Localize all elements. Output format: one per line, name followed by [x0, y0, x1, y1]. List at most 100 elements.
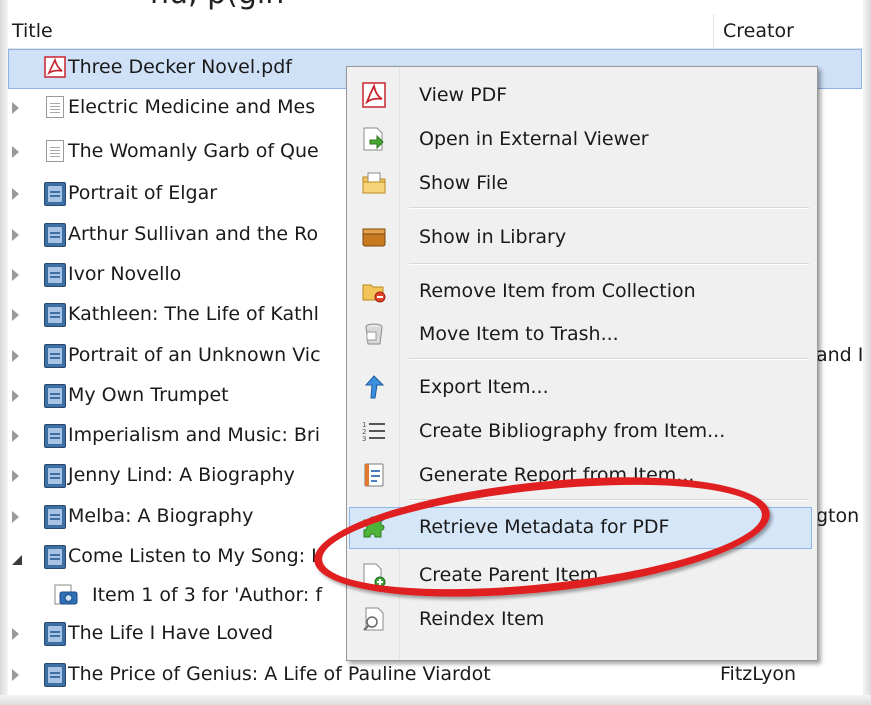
- row-title: My Own Trumpet: [68, 384, 229, 406]
- menu-item-label: Create Bibliography from Item...: [419, 420, 726, 442]
- menu-item-retrieve-metadata[interactable]: Retrieve Metadata for PDF: [349, 507, 814, 551]
- row-creator: and I: [816, 344, 864, 366]
- expand-arrow-icon[interactable]: [12, 470, 19, 482]
- window-left-edge: [0, 0, 8, 705]
- menu-item-open-external-viewer[interactable]: Open in External Viewer: [349, 117, 814, 161]
- reindex-icon: [361, 606, 387, 632]
- library-box-icon: [361, 224, 387, 250]
- row-title: Ivor Novello: [68, 263, 182, 285]
- book-icon: [44, 545, 66, 569]
- menu-separator: [409, 499, 809, 501]
- export-arrow-icon: [361, 374, 387, 400]
- book-icon: [44, 263, 66, 287]
- window-bottom-edge: [0, 695, 871, 705]
- book-icon: [44, 505, 66, 529]
- row-title: Portrait of an Unknown Vic: [68, 344, 321, 366]
- row-title: Portrait of Elgar: [68, 182, 218, 204]
- expand-arrow-icon[interactable]: [12, 102, 19, 114]
- folder-remove-icon: [361, 278, 387, 304]
- book-icon: [44, 464, 66, 488]
- row-title: Melba: A Biography: [68, 505, 254, 527]
- add-document-icon: [361, 562, 387, 588]
- column-divider[interactable]: [713, 14, 714, 48]
- book-icon: [44, 384, 66, 408]
- menu-separator: [409, 207, 809, 209]
- menu-item-view-pdf[interactable]: View PDF: [349, 73, 814, 117]
- creator-column-header[interactable]: Creator: [723, 20, 794, 42]
- trash-icon: [361, 321, 387, 347]
- menu-item-label: Show in Library: [419, 226, 567, 248]
- menu-item-label: View PDF: [419, 84, 508, 106]
- row-title: The Price of Genius: A Life of Pauline V…: [68, 663, 491, 685]
- menu-item-label: Reindex Item: [419, 608, 545, 630]
- book-icon: [44, 663, 66, 687]
- expand-arrow-icon[interactable]: [12, 430, 19, 442]
- row-title: Electric Medicine and Mes: [68, 96, 316, 118]
- list-icon: 1 2 3: [361, 418, 387, 444]
- menu-item-move-to-trash[interactable]: Move Item to Trash...: [349, 312, 814, 356]
- row-title: The Life I Have Loved: [68, 622, 274, 644]
- expand-arrow-icon[interactable]: [12, 669, 19, 681]
- context-menu: View PDF Open in External Viewer Show Fi…: [346, 66, 818, 661]
- document-icon: [44, 96, 66, 120]
- report-icon: [361, 462, 387, 488]
- book-icon: [44, 344, 66, 368]
- menu-item-label: Retrieve Metadata for PDF: [419, 516, 670, 538]
- expand-arrow-icon[interactable]: [12, 269, 19, 281]
- menu-item-label: Remove Item from Collection: [419, 280, 696, 302]
- tree-row[interactable]: The Price of Genius: A Life of Pauline V…: [8, 655, 863, 695]
- expand-arrow-icon[interactable]: [12, 511, 19, 523]
- row-title: Kathleen: The Life of Kathl: [68, 303, 319, 325]
- menu-item-label: Show File: [419, 172, 509, 194]
- snapshot-icon: [54, 584, 78, 608]
- row-title: Jenny Lind: A Biography: [68, 464, 295, 486]
- menu-separator: [409, 358, 809, 360]
- collapse-arrow-icon[interactable]: [11, 551, 23, 570]
- book-icon: [44, 303, 66, 327]
- menu-item-create-bibliography[interactable]: 1 2 3 Create Bibliography from Item...: [349, 409, 814, 453]
- menu-item-label: Move Item to Trash...: [419, 323, 619, 345]
- menu-item-generate-report[interactable]: Generate Report from Item...: [349, 453, 814, 497]
- folder-icon: [361, 170, 387, 196]
- pdf-icon: [44, 56, 66, 80]
- row-title: Come Listen to My Song: I: [68, 545, 317, 567]
- document-icon: [44, 140, 66, 164]
- column-header: Title Creator: [8, 14, 863, 49]
- book-icon: [44, 223, 66, 247]
- menu-item-export-item[interactable]: Export Item...: [349, 365, 814, 409]
- row-creator: FitzLyon: [720, 663, 796, 685]
- row-title: Imperialism and Music: Bri: [68, 424, 321, 446]
- menu-item-label: Generate Report from Item...: [419, 464, 695, 486]
- pdf-icon: [361, 82, 387, 108]
- title-column-header[interactable]: Title: [12, 20, 53, 42]
- svg-text:3: 3: [362, 435, 366, 443]
- menu-item-label: Create Parent Item: [419, 564, 599, 586]
- expand-arrow-icon[interactable]: [12, 146, 19, 158]
- expand-arrow-icon[interactable]: [12, 350, 19, 362]
- menu-item-show-in-library[interactable]: Show in Library: [349, 215, 814, 259]
- row-title: Item 1 of 3 for 'Author: f: [92, 584, 323, 606]
- puzzle-icon: [361, 514, 387, 540]
- open-external-icon: [361, 126, 387, 152]
- row-creator: gton: [816, 505, 860, 527]
- menu-separator: [409, 263, 809, 265]
- window-right-edge: [863, 0, 871, 705]
- book-icon: [44, 622, 66, 646]
- menu-item-remove-from-collection[interactable]: Remove Item from Collection: [349, 269, 814, 313]
- book-icon: [44, 182, 66, 206]
- expand-arrow-icon[interactable]: [12, 229, 19, 241]
- row-title: Three Decker Novel.pdf: [68, 56, 292, 78]
- row-title: Arthur Sullivan and the Ro: [68, 223, 319, 245]
- menu-item-label: Open in External Viewer: [419, 128, 649, 150]
- expand-arrow-icon[interactable]: [12, 309, 19, 321]
- row-title: The Womanly Garb of Que: [68, 140, 319, 162]
- expand-arrow-icon[interactable]: [12, 390, 19, 402]
- expand-arrow-icon[interactable]: [12, 628, 19, 640]
- menu-item-reindex-item[interactable]: Reindex Item: [349, 597, 814, 641]
- menu-item-create-parent-item[interactable]: Create Parent Item: [349, 553, 814, 597]
- menu-item-label: Export Item...: [419, 376, 549, 398]
- window-top-edge: nu, p(gin: [0, 0, 871, 14]
- expand-arrow-icon[interactable]: [12, 188, 19, 200]
- book-icon: [44, 424, 66, 448]
- menu-item-show-file[interactable]: Show File: [349, 161, 814, 205]
